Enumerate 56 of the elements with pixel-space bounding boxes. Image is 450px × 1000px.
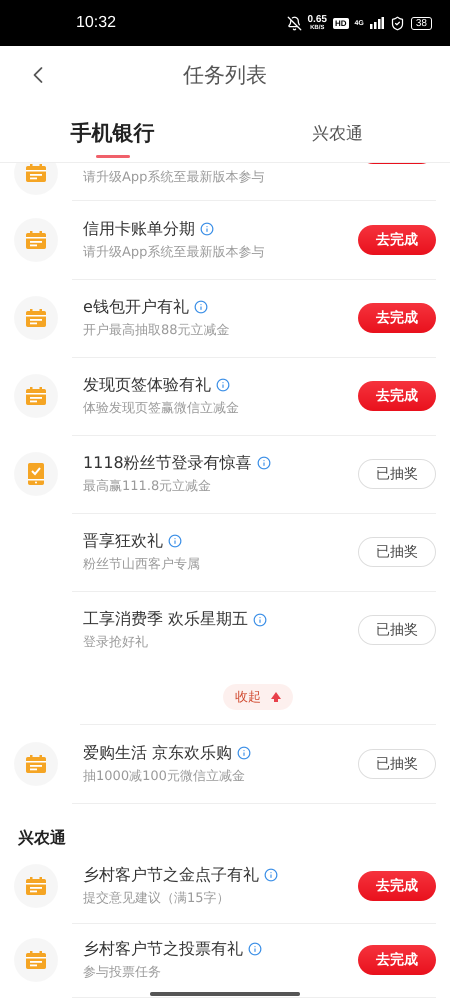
info-icon[interactable] (216, 378, 230, 392)
task-subtitle: 抽1000减100元微信立减金 (83, 768, 246, 784)
info-icon[interactable] (248, 942, 262, 956)
calendar-icon (26, 231, 46, 249)
task-title: 工享消费季 欢乐星期五 (83, 609, 248, 630)
calendar-icon (26, 877, 46, 895)
mute-icon (286, 16, 302, 30)
task-title: 爱购生活 京东欢乐购 (83, 742, 232, 764)
task-subtitle: 登录抢好礼 (83, 634, 149, 651)
info-icon[interactable] (200, 222, 214, 236)
task-title: 晋享狂欢礼 (83, 530, 163, 552)
task-subtitle: 粉丝节山西客户专属 (83, 556, 201, 572)
info-icon[interactable] (264, 868, 278, 882)
calendar-icon (26, 309, 46, 327)
info-icon[interactable] (253, 612, 268, 626)
up-triangle-icon (271, 692, 281, 702)
task-title: 乡村客户节之金点子有礼 (83, 864, 259, 886)
task-subtitle: 请升级App系统至最新版本参与 (83, 169, 266, 186)
complete-button[interactable]: 去完成 (358, 302, 436, 332)
phone-check-icon (28, 463, 44, 485)
collapse-button[interactable]: 收起 (223, 684, 293, 710)
task-title: 信用卡账单分期 (83, 218, 195, 240)
task-title: 1118粉丝节登录有惊喜 (83, 452, 252, 474)
drawn-button[interactable]: 已抽奖 (358, 748, 436, 778)
task-subtitle: 最高赢111.8元立减金 (83, 478, 212, 494)
complete-button[interactable]: 去完成 (358, 224, 436, 254)
task-subtitle: 提交意见建议（满15字） (83, 890, 231, 906)
info-icon[interactable] (256, 456, 271, 470)
info-icon[interactable] (168, 534, 182, 548)
shield-icon (390, 16, 405, 30)
complete-button[interactable]: 去完成 (358, 380, 436, 410)
page-title: 任务列表 (183, 62, 267, 89)
complete-button[interactable]: 去完成 (358, 870, 436, 900)
task-subtitle: 开户最高抽取88元立减金 (83, 322, 231, 338)
task-title: 发现页签体验有礼 (83, 374, 211, 396)
tab[interactable]: 手机银行 (0, 104, 225, 162)
battery-level: 38 (410, 16, 432, 30)
signal-icon (370, 17, 384, 29)
tab[interactable]: 兴农通 (225, 104, 450, 162)
task-subtitle: 请升级App系统至最新版本参与 (83, 244, 266, 260)
status-time: 10:32 (76, 14, 116, 32)
section-heading: 兴农通 (18, 828, 66, 849)
task-title: e钱包开户有礼 (83, 296, 189, 318)
drawn-button[interactable]: 已抽奖 (358, 458, 436, 488)
drawn-button[interactable]: 已抽奖 (358, 615, 436, 645)
task-subtitle: 参与投票任务 (83, 964, 162, 980)
info-icon[interactable] (194, 300, 208, 314)
hd-icon: HD (332, 18, 349, 28)
calendar-icon (26, 951, 46, 969)
complete-button[interactable]: 去完成 (358, 944, 436, 974)
task-title: 乡村客户节之投票有礼 (83, 938, 243, 960)
task-subtitle: 体验发现页签赢微信立减金 (83, 400, 240, 416)
info-icon[interactable] (237, 746, 252, 760)
drawn-button[interactable]: 已抽奖 (358, 536, 436, 566)
calendar-icon (26, 387, 46, 405)
calendar-icon (26, 755, 46, 773)
